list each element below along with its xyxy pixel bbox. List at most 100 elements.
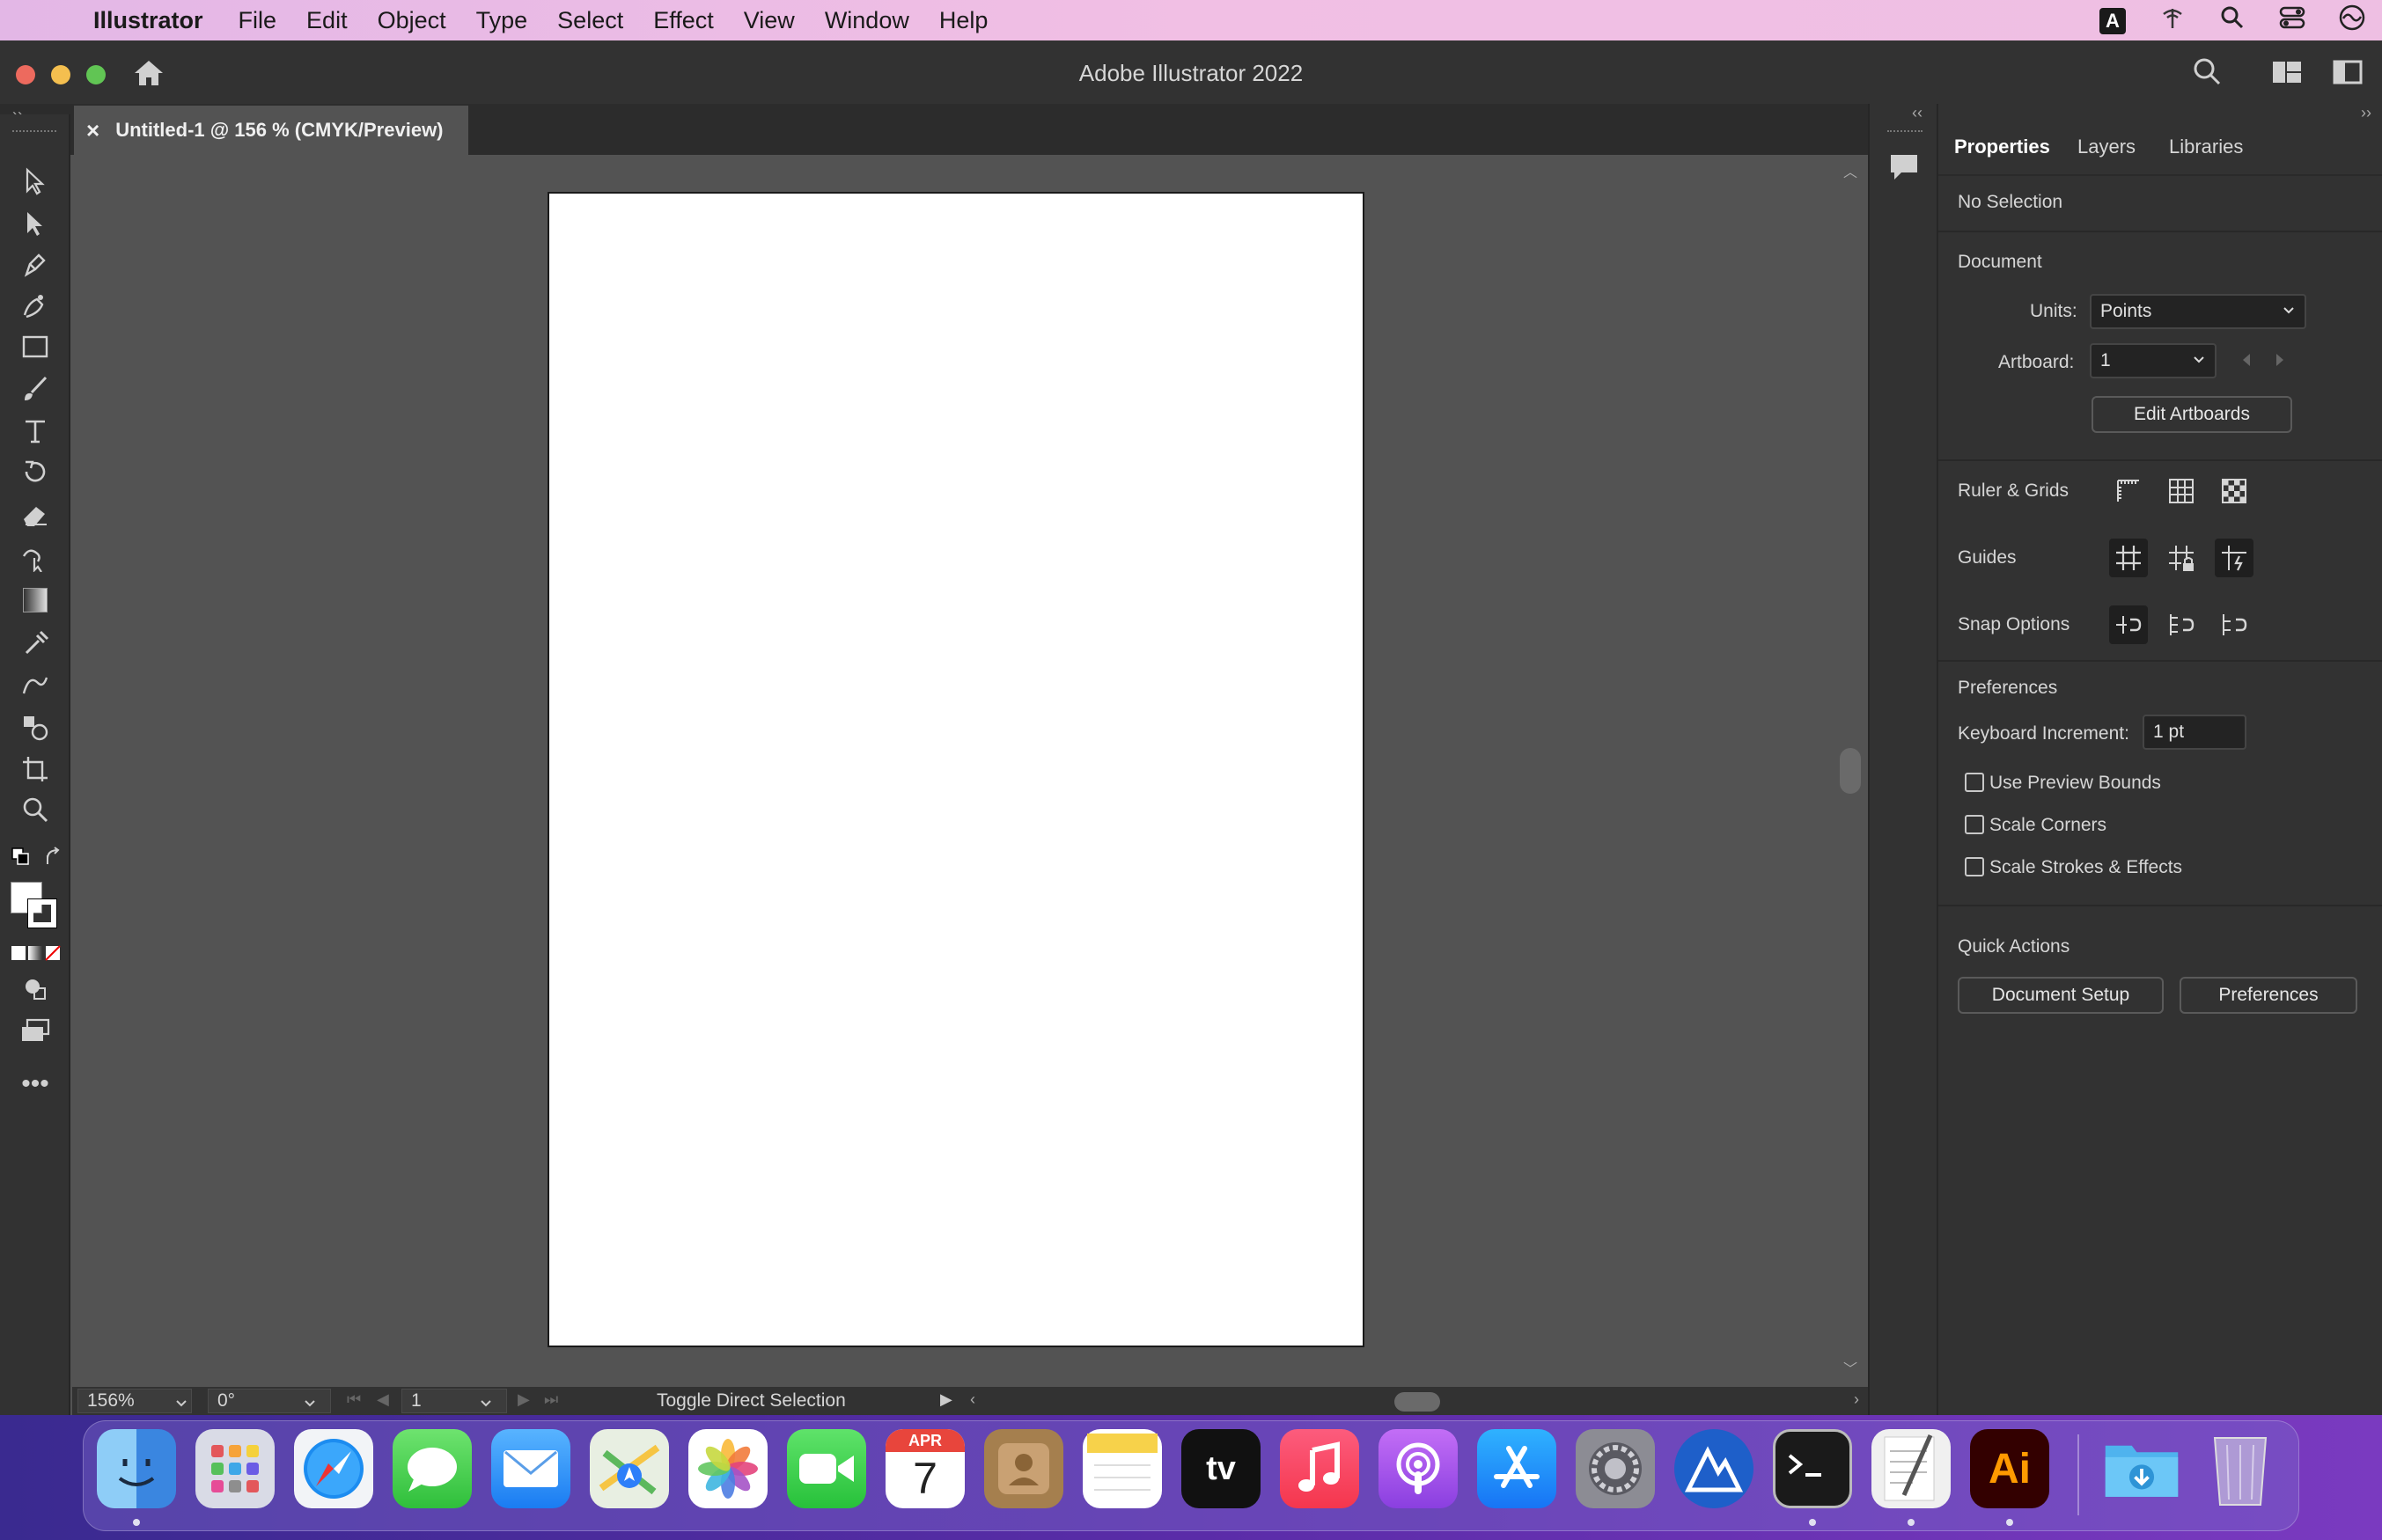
comments-icon[interactable]: [1887, 151, 1921, 187]
photos-icon[interactable]: [688, 1429, 768, 1508]
chevron-down-icon[interactable]: [479, 1394, 493, 1415]
preferences-button[interactable]: Preferences: [2180, 977, 2357, 1014]
scale-corners-checkbox[interactable]: [1965, 815, 1984, 834]
snap-to-point-icon[interactable]: [2109, 605, 2148, 644]
warp-tool-icon[interactable]: [16, 540, 55, 576]
vertical-scrollbar[interactable]: ︿ ﹀: [1833, 155, 1868, 1387]
edit-artboards-button[interactable]: Edit Artboards: [2092, 396, 2292, 433]
music-icon[interactable]: [1280, 1429, 1359, 1508]
menu-type[interactable]: Type: [476, 7, 528, 34]
next-artboard-icon[interactable]: ▶: [518, 1390, 530, 1409]
control-center-icon[interactable]: [2262, 5, 2322, 36]
pen-tool-icon[interactable]: [16, 246, 55, 282]
scroll-up-icon[interactable]: ︿: [1843, 160, 1857, 181]
facetime-icon[interactable]: [787, 1429, 866, 1508]
altitude-app-icon[interactable]: [1674, 1429, 1753, 1508]
use-preview-bounds-checkbox[interactable]: [1965, 773, 1984, 792]
textedit-icon[interactable]: [1871, 1429, 1951, 1508]
menu-effect[interactable]: Effect: [653, 7, 714, 34]
search-icon[interactable]: [2192, 56, 2222, 91]
terminal-icon[interactable]: [1773, 1429, 1852, 1508]
eraser-tool-icon[interactable]: [16, 498, 55, 533]
panel-grip[interactable]: [1887, 130, 1923, 134]
expand-panels-icon[interactable]: ‹‹: [1912, 104, 1923, 122]
tab-libraries[interactable]: Libraries: [2169, 136, 2243, 158]
keyboard-increment-input[interactable]: 1 pt: [2143, 715, 2246, 750]
previous-artboard-icon[interactable]: ◀: [377, 1390, 389, 1409]
artboard-tool-icon[interactable]: [16, 752, 55, 787]
paintbrush-tool-icon[interactable]: [16, 371, 55, 407]
horizontal-scrollbar[interactable]: ‹ ›: [970, 1389, 1859, 1413]
drawing-modes-icon[interactable]: [16, 972, 55, 1007]
tab-properties[interactable]: Properties: [1954, 136, 2050, 158]
direct-selection-tool-icon[interactable]: [16, 206, 55, 241]
next-artboard-icon[interactable]: [2275, 352, 2287, 373]
menu-file[interactable]: File: [239, 7, 277, 34]
scale-strokes-effects-checkbox[interactable]: [1965, 857, 1984, 876]
screen-mode-icon[interactable]: [16, 1014, 55, 1049]
menu-view[interactable]: View: [744, 7, 795, 34]
downloads-folder-icon[interactable]: [2102, 1429, 2181, 1508]
artboard-dropdown[interactable]: 1: [2090, 343, 2217, 378]
snap-to-glyph-icon[interactable]: [2215, 605, 2253, 644]
launchpad-icon[interactable]: [195, 1429, 275, 1508]
color-mode-icons[interactable]: [11, 945, 62, 965]
collapse-panel-icon[interactable]: ››: [2361, 104, 2371, 122]
show-guides-icon[interactable]: [2109, 539, 2148, 577]
finder-icon[interactable]: [97, 1429, 176, 1508]
horizontal-scroll-thumb[interactable]: [1394, 1392, 1440, 1412]
trash-icon[interactable]: [2201, 1429, 2280, 1508]
rulers-icon[interactable]: [2109, 472, 2148, 510]
vertical-scroll-thumb[interactable]: [1840, 748, 1861, 794]
first-artboard-icon[interactable]: ⏮: [347, 1390, 361, 1409]
siri-icon[interactable]: [2322, 4, 2382, 38]
grid-icon[interactable]: [2162, 472, 2201, 510]
smart-guides-icon[interactable]: [2215, 539, 2253, 577]
swap-fill-stroke-icon[interactable]: [44, 847, 63, 870]
scroll-right-icon[interactable]: ›: [1854, 1390, 1859, 1409]
workspace-switcher-icon[interactable]: [2271, 60, 2303, 89]
illustrator-dock-icon[interactable]: Ai: [1970, 1429, 2049, 1508]
tab-layers[interactable]: Layers: [2077, 136, 2136, 158]
transparency-grid-icon[interactable]: [2215, 472, 2253, 510]
safari-icon[interactable]: [294, 1429, 373, 1508]
menu-edit[interactable]: Edit: [306, 7, 348, 34]
calendar-icon[interactable]: APR 7: [886, 1429, 965, 1508]
scroll-down-icon[interactable]: ﹀: [1843, 1357, 1857, 1378]
notes-icon[interactable]: [1083, 1429, 1162, 1508]
units-dropdown[interactable]: Points: [2090, 294, 2306, 329]
type-tool-icon[interactable]: [16, 414, 55, 449]
artboard[interactable]: [548, 192, 1364, 1347]
previous-artboard-icon[interactable]: [2239, 352, 2252, 373]
blend-tool-icon[interactable]: [16, 667, 55, 702]
messages-icon[interactable]: [393, 1429, 472, 1508]
wifi-bridge-icon[interactable]: [2143, 5, 2202, 36]
menu-select[interactable]: Select: [557, 7, 623, 34]
rectangle-tool-icon[interactable]: [16, 329, 55, 364]
symbol-sprayer-tool-icon[interactable]: [16, 709, 55, 744]
snap-to-pixel-icon[interactable]: [2162, 605, 2201, 644]
last-artboard-icon[interactable]: ⏭: [544, 1390, 558, 1409]
zoom-tool-icon[interactable]: [16, 792, 55, 827]
document-setup-button[interactable]: Document Setup: [1958, 977, 2164, 1014]
podcasts-icon[interactable]: [1378, 1429, 1458, 1508]
default-fill-stroke-icon[interactable]: [11, 847, 30, 870]
edit-toolbar-more-icon[interactable]: •••: [16, 1067, 55, 1102]
app-store-icon[interactable]: [1477, 1429, 1556, 1508]
apple-tv-icon[interactable]: tv: [1181, 1429, 1261, 1508]
mail-icon[interactable]: [491, 1429, 570, 1508]
selection-tool-icon[interactable]: [16, 164, 55, 199]
rotate-tool-icon[interactable]: [16, 454, 55, 489]
lock-guides-icon[interactable]: [2162, 539, 2201, 577]
status-menu-arrow-icon[interactable]: ▶: [940, 1390, 952, 1409]
arrange-documents-icon[interactable]: [2333, 60, 2363, 89]
chevron-down-icon[interactable]: [174, 1394, 188, 1415]
stroke-color-swatch[interactable]: [27, 898, 57, 928]
menu-object[interactable]: Object: [378, 7, 446, 34]
app-menu-illustrator[interactable]: Illustrator: [93, 7, 203, 34]
scroll-left-icon[interactable]: ‹: [970, 1390, 975, 1409]
maps-icon[interactable]: [590, 1429, 669, 1508]
close-document-icon[interactable]: ×: [86, 117, 99, 144]
text-input-icon[interactable]: A: [2083, 6, 2143, 34]
document-tab[interactable]: × Untitled-1 @ 156 % (CMYK/Preview): [74, 106, 468, 155]
